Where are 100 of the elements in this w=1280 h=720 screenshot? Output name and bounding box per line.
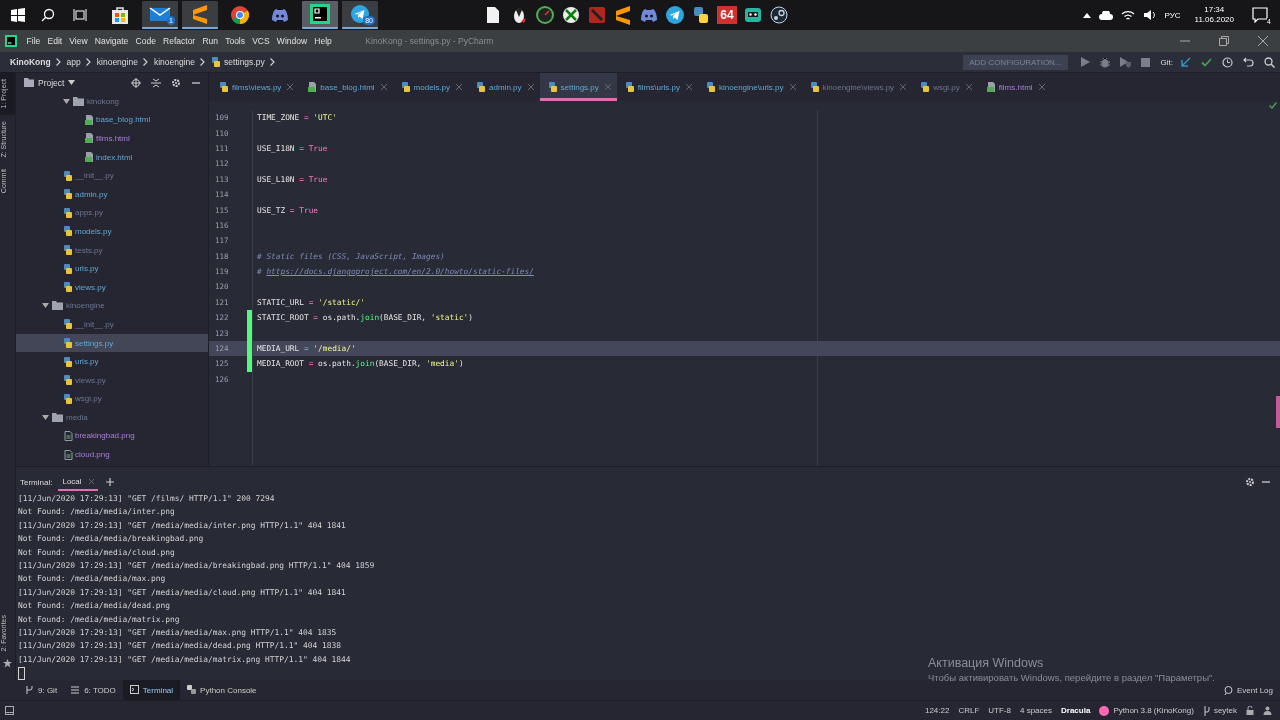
close-icon[interactable] — [900, 84, 907, 90]
search-icon[interactable] — [1264, 56, 1275, 68]
plus-icon[interactable] — [105, 478, 114, 486]
branch-selector[interactable]: seytek — [1202, 705, 1237, 716]
tool-window-button[interactable]: 6: TODO — [64, 680, 123, 700]
close-icon[interactable] — [1038, 84, 1045, 90]
restore-icon[interactable] — [1219, 36, 1229, 46]
undo-icon[interactable] — [1243, 57, 1254, 67]
menu-item[interactable]: Edit — [43, 36, 66, 46]
stop-icon[interactable] — [1140, 57, 1150, 67]
clock[interactable]: 17:34 11.06.2020 — [1194, 5, 1234, 25]
settings-icon[interactable] — [1245, 477, 1255, 487]
update-arrow-icon[interactable] — [1181, 57, 1191, 67]
lock-icon[interactable] — [1246, 706, 1254, 715]
editor-tab[interactable]: films\views.py — [211, 73, 300, 101]
cloud-icon[interactable] — [1098, 10, 1113, 20]
xbox-icon[interactable] — [562, 6, 580, 24]
editor-tab[interactable]: models.py — [392, 73, 469, 101]
tree-item[interactable]: urls.py — [16, 259, 208, 278]
caret-down-icon[interactable] — [42, 413, 49, 421]
change-marker[interactable] — [247, 310, 252, 326]
bug-icon[interactable] — [1099, 56, 1110, 68]
tree-item[interactable]: breakingbad.png — [16, 426, 208, 446]
close-icon[interactable] — [1258, 36, 1268, 46]
event-log-button[interactable]: Event Log — [1216, 680, 1280, 700]
windows-logo-icon[interactable] — [11, 8, 25, 22]
line-separator[interactable]: CRLF — [958, 706, 980, 715]
interpreter-selector[interactable]: Python 3.8 (KinoKong) — [1099, 705, 1194, 716]
close-icon[interactable] — [380, 84, 387, 90]
caret-up-icon[interactable] — [1082, 12, 1091, 18]
menu-item[interactable]: Run — [198, 36, 222, 46]
taskbar-button[interactable] — [302, 1, 338, 29]
menu-item[interactable]: Window — [273, 36, 311, 46]
menu-item[interactable]: VCS — [248, 36, 274, 46]
close-icon[interactable] — [456, 84, 463, 90]
tool-windows-icon[interactable] — [5, 706, 14, 715]
notifications-icon[interactable] — [1252, 7, 1268, 23]
tool-window-button[interactable]: 9: Git — [18, 680, 65, 700]
input-language[interactable]: РУС — [1164, 10, 1181, 20]
close-icon[interactable] — [88, 478, 94, 484]
caret-down-icon[interactable] — [42, 302, 49, 310]
person-icon[interactable] — [1263, 706, 1272, 715]
coverage-icon[interactable] — [1119, 56, 1131, 68]
close-icon[interactable] — [686, 84, 693, 90]
caret-down-icon[interactable] — [68, 80, 76, 85]
breadcrumb-item[interactable]: KinoKong — [10, 57, 51, 67]
tree-item[interactable]: admin.py — [16, 184, 208, 204]
tree-item[interactable]: models.py — [16, 222, 208, 241]
tree-item[interactable]: urls.py — [16, 352, 208, 371]
editor-tab[interactable]: films.html — [977, 73, 1051, 101]
menu-item[interactable]: Code — [131, 36, 160, 46]
file-encoding[interactable]: UTF-8 — [988, 706, 1011, 715]
python-icon[interactable] — [692, 6, 710, 24]
app-tile[interactable]: 64 — [717, 6, 737, 24]
close-icon[interactable] — [527, 84, 534, 90]
robot-icon[interactable] — [744, 6, 762, 24]
menu-item[interactable]: Refactor — [159, 36, 199, 46]
breadcrumb-item[interactable]: app — [66, 57, 81, 67]
menu-item[interactable]: View — [65, 36, 92, 46]
close-icon[interactable] — [965, 84, 972, 90]
close-icon[interactable] — [287, 84, 294, 90]
theme-name[interactable]: Dracula — [1061, 706, 1091, 715]
check-icon[interactable] — [1201, 57, 1212, 67]
sublime-text-icon[interactable] — [614, 5, 632, 25]
wifi-icon[interactable] — [1120, 9, 1135, 21]
inspection-ok-icon[interactable] — [1269, 102, 1277, 109]
tree-item[interactable]: films.html — [16, 129, 208, 148]
tool-window-button[interactable]: Python Console — [180, 680, 264, 700]
menu-item[interactable]: File — [23, 36, 44, 46]
menu-item[interactable]: Help — [310, 36, 336, 46]
tree-item[interactable]: base_blog.html — [16, 110, 208, 130]
menu-item[interactable]: Navigate — [91, 36, 132, 46]
tree-item[interactable]: views.py — [16, 277, 208, 297]
close-icon[interactable] — [789, 84, 796, 90]
collapse-all-icon[interactable] — [151, 77, 161, 88]
speaker-icon[interactable] — [1142, 9, 1157, 21]
menu-item[interactable]: Tools — [221, 36, 249, 46]
caret-position[interactable]: 124:22 — [924, 706, 950, 715]
panel-title[interactable]: Project — [38, 77, 65, 88]
editor-tab[interactable]: admin.py — [468, 73, 540, 101]
editor-tab[interactable]: settings.py — [539, 73, 617, 101]
breadcrumb-item[interactable]: kinoengine — [96, 57, 138, 67]
breadcrumb-item[interactable]: kinoengine — [153, 57, 196, 67]
tool-window-button[interactable]: Terminal — [122, 680, 181, 700]
breadcrumb-item[interactable]: settings.py — [224, 57, 265, 67]
editor-tab[interactable]: kinoengine\urls.py — [698, 73, 802, 101]
caret-down-icon[interactable] — [63, 97, 70, 105]
gauge-icon[interactable] — [536, 6, 554, 24]
search-icon[interactable] — [41, 8, 55, 22]
tree-item[interactable]: settings.py — [16, 333, 208, 353]
editor-tab[interactable]: films\urls.py — [616, 73, 699, 101]
star-icon[interactable] — [3, 659, 12, 668]
play-icon[interactable] — [1080, 57, 1090, 67]
tree-item[interactable]: index.html — [16, 147, 208, 167]
task-view-icon[interactable] — [73, 8, 87, 22]
indent-setting[interactable]: 4 spaces — [1020, 706, 1052, 715]
terminal-tab[interactable]: Local — [58, 473, 98, 491]
telegram-icon[interactable] — [665, 5, 685, 25]
locate-icon[interactable] — [131, 77, 141, 88]
tree-item[interactable]: cloud.png — [16, 445, 208, 464]
